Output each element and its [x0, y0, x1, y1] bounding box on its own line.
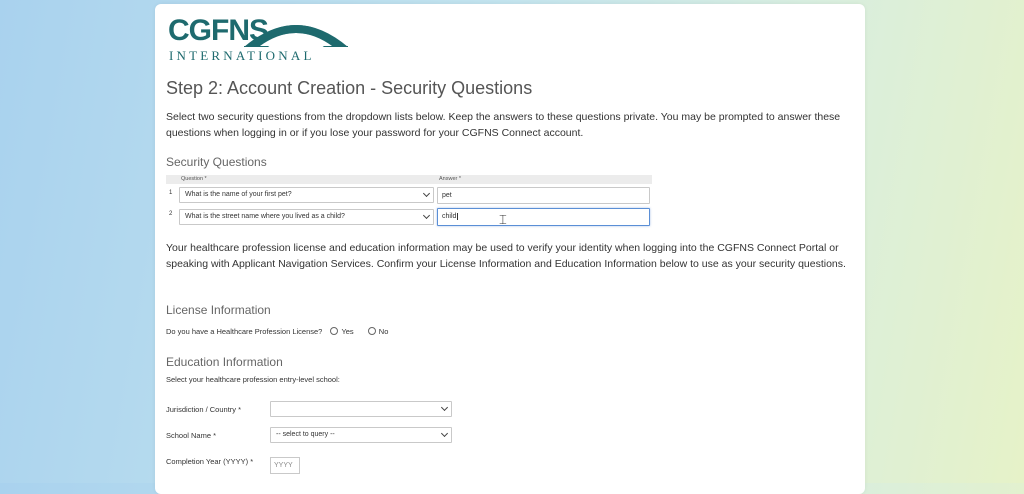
license-question: Do you have a Healthcare Profession Lice… — [166, 327, 323, 336]
security-questions-heading: Security Questions — [166, 155, 267, 169]
school-name-value: -- select to query -- — [276, 431, 335, 438]
answer-2-input[interactable]: child — [437, 208, 650, 226]
table-row: 2 What is the street name where you live… — [166, 205, 652, 226]
answer-column-header: Answer * — [439, 176, 462, 182]
school-name-select[interactable]: -- select to query -- — [270, 427, 452, 443]
license-yes-radio[interactable] — [330, 327, 339, 335]
table-header: Question * Answer * — [166, 175, 652, 184]
license-no-radio[interactable] — [367, 327, 376, 335]
answer-1-value: pet — [442, 192, 452, 199]
text-cursor-icon: ⌶ — [499, 212, 507, 227]
chevron-down-icon — [440, 403, 449, 412]
chevron-down-icon — [422, 189, 431, 198]
question-2-value: What is the street name where you lived … — [185, 213, 345, 220]
verification-text: Your healthcare profession license and e… — [166, 242, 846, 270]
education-instruction: Select your healthcare profession entry-… — [166, 375, 340, 384]
page-title: Step 2: Account Creation - Security Ques… — [166, 78, 533, 98]
row-number: 1 — [169, 190, 173, 196]
license-yes-label: Yes — [341, 327, 354, 336]
completion-year-placeholder: YYYY — [274, 462, 293, 469]
intro-text: Select two security questions from the d… — [166, 111, 841, 139]
license-heading: License Information — [166, 303, 271, 317]
answer-2-value: child — [442, 213, 457, 220]
answer-1-input[interactable]: pet — [437, 187, 650, 204]
completion-year-input[interactable]: YYYY — [270, 457, 300, 474]
security-questions-table: Question * Answer * 1 What is the name o… — [166, 175, 652, 226]
jurisdiction-label: Jurisdiction / Country * — [166, 405, 242, 414]
row-number: 2 — [169, 211, 173, 217]
completion-year-label: Completion Year (YYYY) * — [166, 457, 254, 466]
question-1-value: What is the name of your first pet? — [185, 191, 292, 198]
cgfns-logo: CGFNS INTERNATIONAL — [168, 15, 348, 63]
school-name-label: School Name * — [166, 431, 217, 440]
education-heading: Education Information — [166, 355, 283, 369]
table-row: 1 What is the name of your first pet? pe… — [166, 184, 652, 205]
license-no-label: No — [378, 327, 389, 336]
question-2-select[interactable]: What is the street name where you lived … — [179, 209, 434, 225]
question-column-header: Question * — [181, 176, 207, 182]
logo-arc-icon — [244, 25, 348, 47]
form-card: CGFNS INTERNATIONAL Step 2: Account Crea… — [155, 4, 865, 494]
question-1-select[interactable]: What is the name of your first pet? — [179, 187, 434, 203]
chevron-down-icon — [440, 429, 449, 438]
logo-sub-text: INTERNATIONAL — [169, 48, 315, 63]
jurisdiction-select[interactable] — [270, 401, 452, 417]
chevron-down-icon — [422, 211, 431, 220]
license-question-row: Do you have a Healthcare Profession Lice… — [166, 327, 388, 336]
